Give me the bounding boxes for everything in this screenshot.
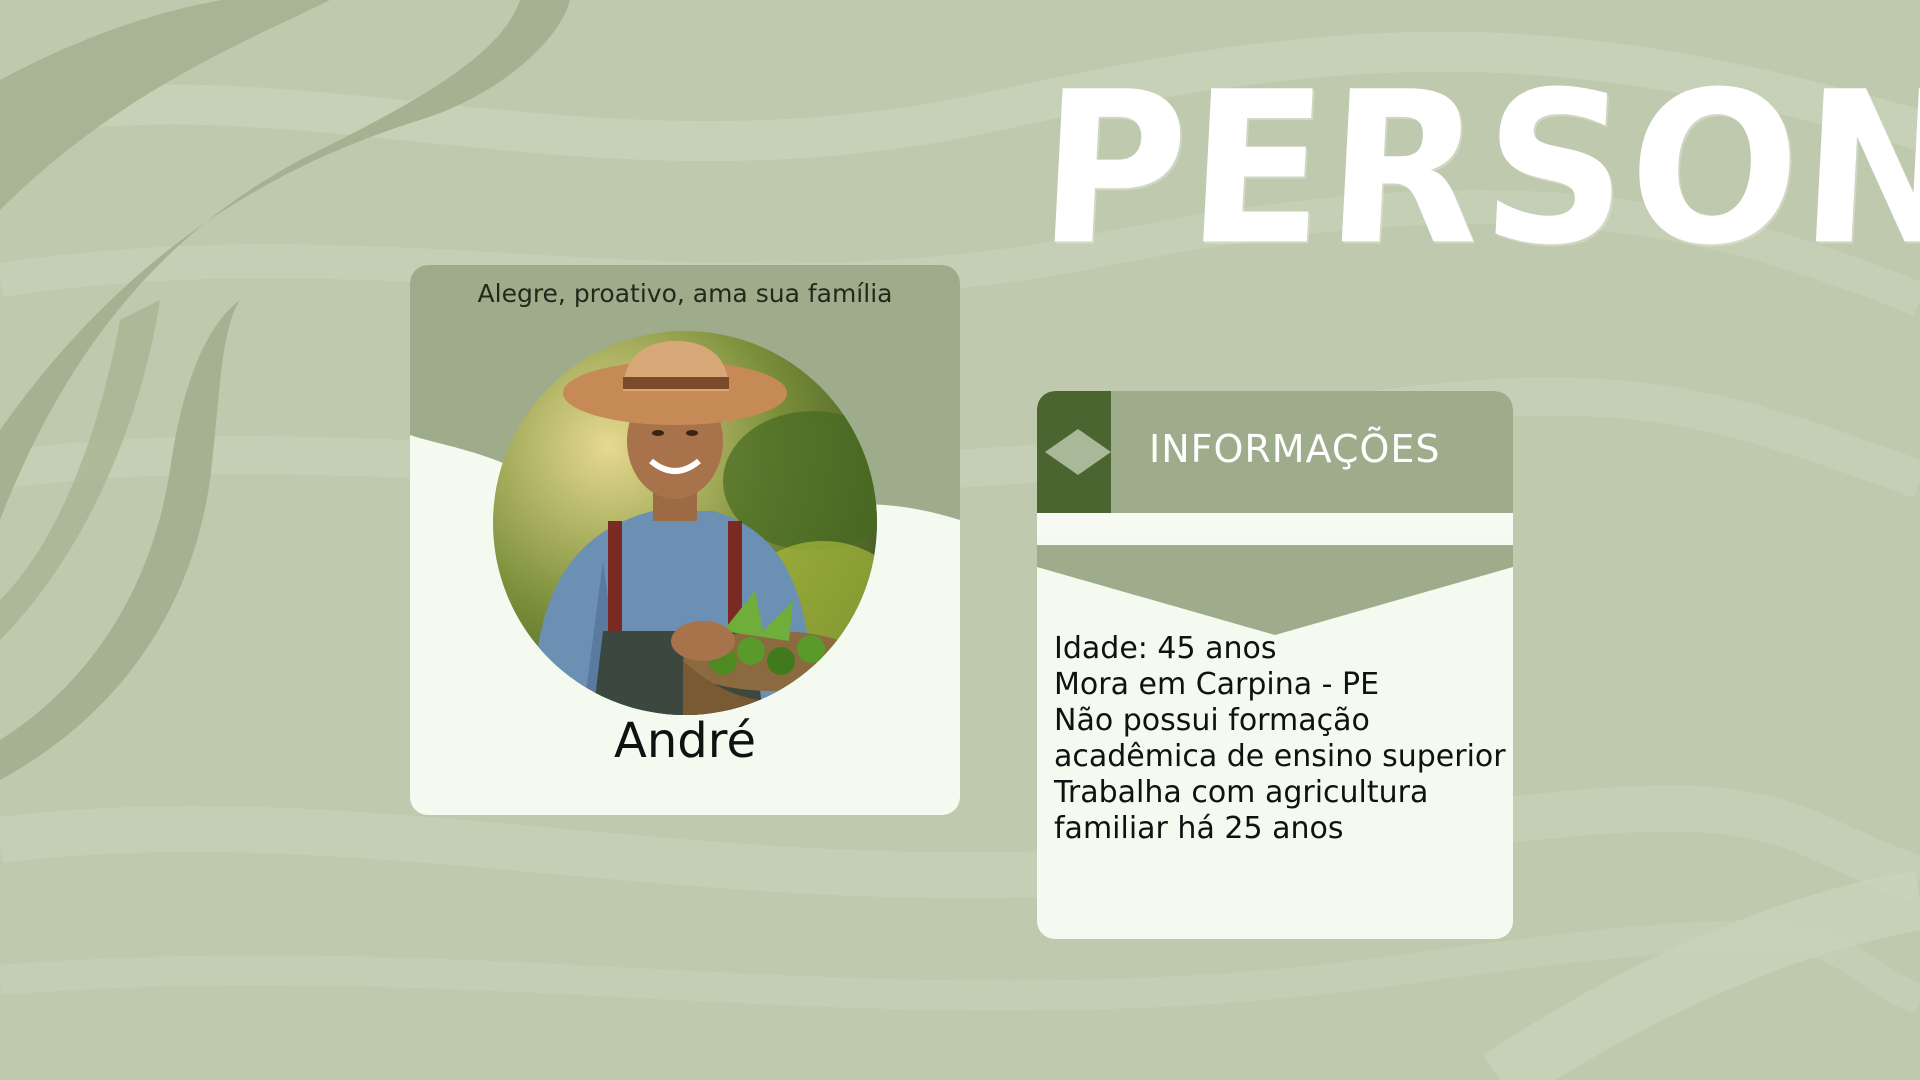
info-line: Mora em Carpina - PE — [1054, 667, 1380, 702]
persona-card: Alegre, proativo, ama sua família André — [410, 265, 960, 815]
farmer-photo — [493, 331, 877, 715]
info-divider-band — [1037, 513, 1513, 537]
info-line: acadêmica de ensino superior — [1054, 739, 1506, 774]
info-line: familiar há 25 anos — [1054, 811, 1344, 846]
info-line: Trabalha com agricultura — [1054, 775, 1429, 810]
info-details: Idade: 45 anos Mora em Carpina - PE Não … — [1054, 631, 1513, 847]
info-line: Não possui formação — [1054, 703, 1370, 738]
info-title: INFORMAÇÕES — [1149, 427, 1441, 471]
info-card: INFORMAÇÕES Idade: 45 anos Mora em Carpi… — [1037, 391, 1513, 939]
chevron-banner — [1037, 545, 1513, 635]
info-line: Idade: 45 anos — [1054, 631, 1277, 666]
persona-name: André — [614, 713, 756, 769]
diamond-icon — [1045, 429, 1111, 475]
persona-traits: Alegre, proativo, ama sua família — [477, 279, 893, 308]
slide-title: PERSONA — [1033, 47, 1920, 292]
